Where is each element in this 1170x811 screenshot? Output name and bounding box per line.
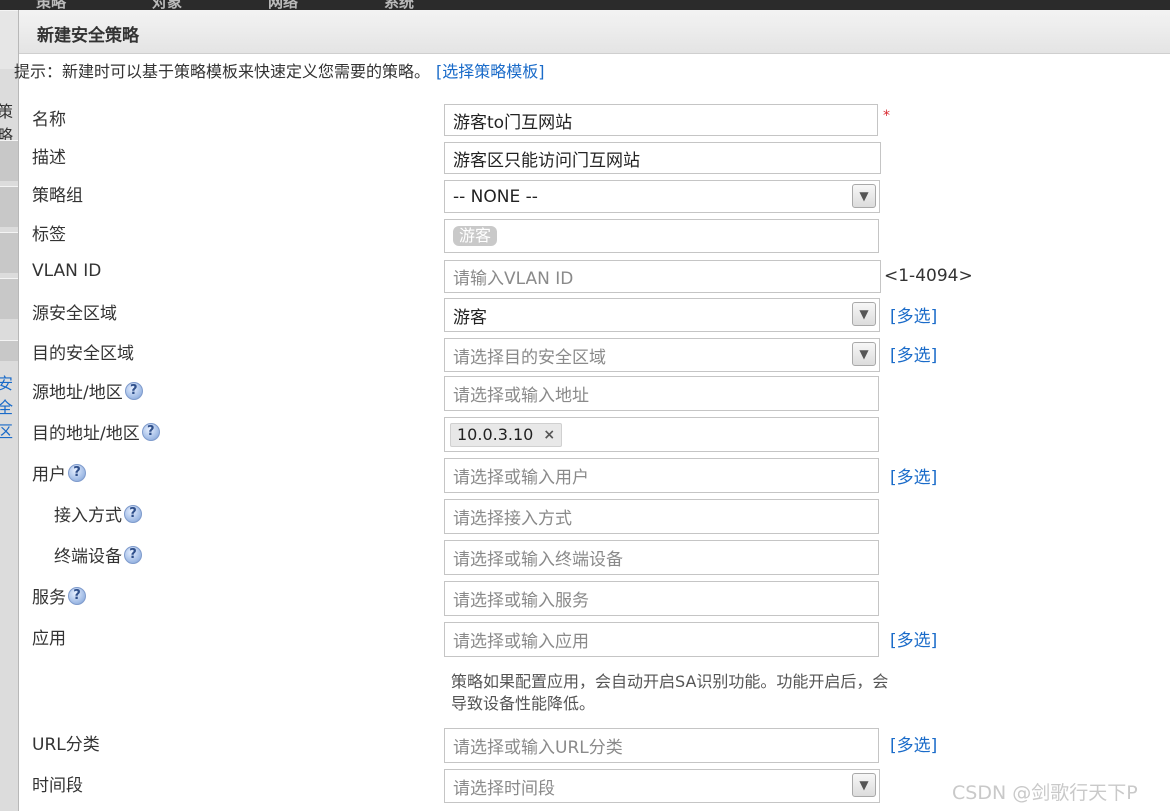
- left-panel-strip: [0, 340, 18, 361]
- name-label: 名称: [32, 110, 66, 130]
- remove-chip-icon[interactable]: ×: [543, 427, 555, 443]
- user-input[interactable]: 请选择或输入用户: [444, 458, 879, 493]
- vlan-id-range-hint: <1-4094>: [884, 266, 973, 286]
- chevron-down-icon[interactable]: ▼: [852, 773, 876, 797]
- name-input[interactable]: 游客to门互网站: [444, 104, 878, 136]
- left-panel-strip: [0, 232, 18, 273]
- source-address-label: 源地址/地区?: [32, 378, 143, 403]
- app-left-panel: 策略 安全区: [0, 10, 18, 811]
- left-panel-strip: [0, 278, 18, 319]
- tags-input[interactable]: 游客: [444, 219, 879, 253]
- user-multi-select-link[interactable]: [多选]: [890, 463, 937, 488]
- destination-address-label: 目的地址/地区?: [32, 419, 160, 444]
- service-label-text: 服务: [32, 588, 66, 608]
- policy-group-value: -- NONE --: [453, 186, 538, 207]
- address-chip: 10.0.3.10 ×: [450, 422, 563, 447]
- vlan-id-label: VLAN ID: [32, 261, 102, 281]
- help-icon[interactable]: ?: [141, 422, 160, 441]
- help-icon[interactable]: ?: [124, 381, 143, 400]
- application-multi-select-link[interactable]: [多选]: [890, 626, 937, 651]
- help-icon[interactable]: ?: [68, 586, 86, 605]
- help-icon[interactable]: ?: [124, 545, 142, 564]
- source-zone-multi-select-link[interactable]: [多选]: [890, 302, 937, 327]
- dialog-title: 新建安全策略: [19, 10, 1170, 54]
- url-category-placeholder: 请选择或输入URL分类: [453, 738, 623, 758]
- service-input[interactable]: 请选择或输入服务: [444, 581, 879, 616]
- terminal-device-placeholder: 请选择或输入终端设备: [453, 550, 623, 570]
- tip-row: 提示：新建时可以基于策略模板来快速定义您需要的策略。 [选择策略模板]: [14, 58, 545, 82]
- tag-chip[interactable]: 游客: [453, 226, 498, 246]
- left-panel-fragment-policy[interactable]: 策略: [0, 98, 18, 146]
- access-mode-label: 接入方式?: [54, 501, 142, 526]
- source-address-input[interactable]: 请选择或输入地址: [444, 376, 879, 411]
- chevron-down-icon[interactable]: ▼: [852, 342, 876, 366]
- time-range-label: 时间段: [32, 776, 83, 796]
- time-range-select[interactable]: 请选择时间段 ▼: [444, 769, 880, 803]
- help-icon[interactable]: ?: [68, 463, 86, 482]
- left-panel-strip: [0, 140, 18, 181]
- vlan-id-placeholder: 请输入VLAN ID: [453, 269, 574, 289]
- application-label: 应用: [32, 629, 66, 649]
- required-mark: *: [883, 108, 890, 124]
- user-placeholder: 请选择或输入用户: [453, 468, 589, 488]
- source-zone-label: 源安全区域: [32, 304, 117, 324]
- policy-group-select[interactable]: -- NONE -- ▼: [444, 180, 880, 213]
- application-note: 策略如果配置应用，会自动开启SA识别功能。功能开启后，会导致设备性能降低。: [451, 672, 889, 713]
- user-label: 用户?: [32, 460, 86, 485]
- destination-address-input[interactable]: 10.0.3.10 ×: [444, 417, 879, 452]
- url-category-label: URL分类: [32, 735, 100, 755]
- time-range-placeholder: 请选择时间段: [453, 778, 555, 799]
- destination-address-label-text: 目的地址/地区: [32, 424, 140, 444]
- description-input-value: 游客区只能访问门互网站: [453, 150, 640, 171]
- destination-zone-select[interactable]: 请选择目的安全区域 ▼: [444, 338, 880, 372]
- address-chip-text: 10.0.3.10: [457, 425, 534, 444]
- access-mode-label-text: 接入方式: [54, 506, 122, 526]
- application-input[interactable]: 请选择或输入应用: [444, 622, 879, 657]
- description-label: 描述: [32, 148, 66, 168]
- source-address-label-text: 源地址/地区: [32, 383, 123, 403]
- left-panel-fragment-zone[interactable]: 安全区: [0, 370, 18, 442]
- watermark: CSDN @剑歌行天下P: [952, 782, 1138, 804]
- source-zone-select[interactable]: 游客 ▼: [444, 298, 880, 332]
- access-mode-input[interactable]: 请选择接入方式: [444, 499, 879, 534]
- url-category-multi-select-link[interactable]: [多选]: [890, 731, 937, 756]
- source-address-placeholder: 请选择或输入地址: [453, 386, 589, 406]
- name-input-value: 游客to门互网站: [453, 112, 573, 133]
- source-zone-value: 游客: [453, 307, 487, 328]
- url-category-input[interactable]: 请选择或输入URL分类: [444, 728, 879, 763]
- terminal-device-label: 终端设备?: [54, 542, 142, 567]
- policy-group-label: 策略组: [32, 186, 83, 206]
- select-policy-template-link[interactable]: [选择策略模板]: [436, 62, 545, 81]
- service-label: 服务?: [32, 583, 86, 608]
- chevron-down-icon[interactable]: ▼: [852, 302, 876, 326]
- destination-zone-placeholder: 请选择目的安全区域: [453, 347, 606, 368]
- destination-zone-multi-select-link[interactable]: [多选]: [890, 341, 937, 366]
- tags-label: 标签: [32, 225, 66, 245]
- service-placeholder: 请选择或输入服务: [453, 591, 589, 611]
- left-panel-strip: [0, 186, 18, 227]
- user-label-text: 用户: [32, 465, 66, 485]
- description-input[interactable]: 游客区只能访问门互网站: [444, 142, 881, 174]
- help-icon[interactable]: ?: [124, 504, 142, 523]
- app-top-navbar: 策略 对象 网络 系统: [0, 0, 1170, 11]
- vlan-id-input[interactable]: 请输入VLAN ID: [444, 260, 881, 293]
- destination-zone-label: 目的安全区域: [32, 344, 134, 364]
- terminal-device-label-text: 终端设备: [54, 547, 122, 567]
- application-placeholder: 请选择或输入应用: [453, 632, 589, 652]
- access-mode-placeholder: 请选择接入方式: [453, 509, 572, 529]
- chevron-down-icon[interactable]: ▼: [852, 184, 876, 208]
- terminal-device-input[interactable]: 请选择或输入终端设备: [444, 540, 879, 575]
- tip-text: 提示：新建时可以基于策略模板来快速定义您需要的策略。: [14, 62, 431, 81]
